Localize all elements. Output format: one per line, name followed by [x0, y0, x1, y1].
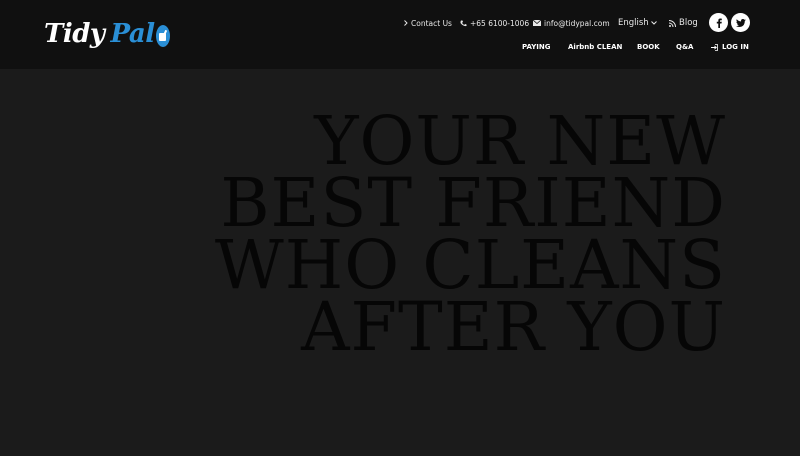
hero-line: WHO CLEANS: [214, 226, 726, 304]
envelope-icon: [533, 20, 541, 26]
hero-line: BEST FRIEND: [220, 164, 726, 242]
twitter-button[interactable]: [731, 13, 750, 32]
mop-bucket-icon: [155, 25, 170, 47]
logo-text-tidy: Tidy: [44, 19, 105, 49]
phone-link[interactable]: +65 6100-1006: [460, 16, 529, 30]
sign-in-icon: [711, 43, 718, 51]
login-link[interactable]: LOG IN: [711, 41, 749, 53]
phone-number: +65 6100-1006: [470, 18, 530, 28]
nav-item-airbnb-clean[interactable]: Airbnb CLEAN: [568, 41, 622, 53]
rss-icon: [669, 19, 676, 27]
hero-line: AFTER YOU: [301, 288, 726, 366]
chevron-down-icon: [650, 21, 657, 25]
login-label: LOG IN: [722, 43, 749, 51]
blog-link[interactable]: Blog: [669, 16, 698, 30]
contact-us-label: Contact Us: [411, 18, 452, 28]
nav-item-paying[interactable]: PAYING: [522, 41, 551, 53]
phone-icon: [460, 20, 467, 26]
nav-item-book[interactable]: BOOK: [637, 41, 660, 53]
blog-label: Blog: [679, 18, 698, 28]
language-label: English: [618, 18, 649, 28]
contact-us-link[interactable]: Contact Us: [404, 16, 452, 30]
logo-text-pal: Pal: [110, 19, 156, 49]
email-address: info@tidypal.com: [544, 18, 610, 28]
facebook-icon: [716, 18, 722, 28]
site-header: Tidy Pal Contact Us +65 6100-1006 info@t…: [0, 0, 800, 69]
nav-item-qa[interactable]: Q&A: [676, 41, 693, 53]
facebook-button[interactable]: [709, 13, 728, 32]
language-selector[interactable]: English: [618, 16, 660, 30]
twitter-icon: [735, 18, 746, 27]
brand-logo[interactable]: Tidy Pal: [44, 14, 170, 54]
hero-headline: YOUR NEW BEST FRIEND WHO CLEANS AFTER YO…: [180, 102, 726, 366]
chevron-right-icon: [404, 20, 408, 26]
email-link[interactable]: info@tidypal.com: [533, 16, 610, 30]
hero-line: YOUR NEW: [314, 102, 726, 180]
